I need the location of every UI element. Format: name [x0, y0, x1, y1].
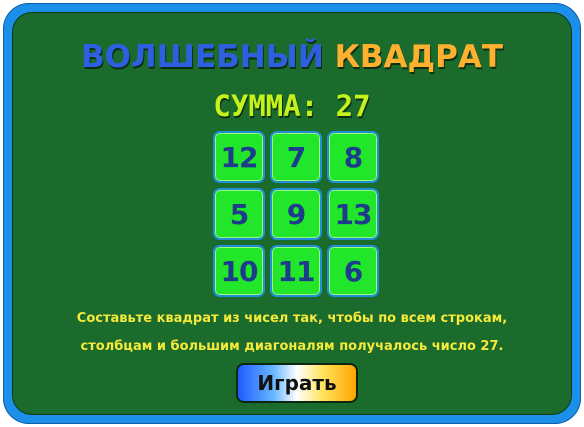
title-word-1: ВОЛШЕБНЫЙ: [80, 39, 324, 75]
grid-cell-r1c2[interactable]: 7: [270, 131, 322, 183]
grid-cell-r2c1[interactable]: 5: [213, 188, 265, 240]
grid-cell-r2c3[interactable]: 13: [327, 188, 379, 240]
instructions-line-2: столбцам и большим диагоналям получалось…: [80, 339, 504, 354]
game-board: ВОЛШЕБНЫЙ КВАДРАТ СУММА: 27 12 7 8 5 9 1…: [12, 12, 572, 415]
magic-square-grid: 12 7 8 5 9 13 10 11 6: [213, 131, 383, 301]
grid-cell-r3c3[interactable]: 6: [327, 245, 379, 297]
grid-cell-r3c2[interactable]: 11: [270, 245, 322, 297]
grid-cell-r1c3[interactable]: 8: [327, 131, 379, 183]
play-button[interactable]: Играть: [236, 363, 358, 403]
game-title: ВОЛШЕБНЫЙ КВАДРАТ: [13, 39, 571, 75]
target-sum: СУММА: 27: [213, 89, 371, 123]
grid-cell-r3c1[interactable]: 10: [213, 245, 265, 297]
game-frame: ВОЛШЕБНЫЙ КВАДРАТ СУММА: 27 12 7 8 5 9 1…: [3, 3, 581, 424]
instructions: Составьте квадрат из чисел так, чтобы по…: [13, 305, 571, 361]
grid-cell-r2c2[interactable]: 9: [270, 188, 322, 240]
grid-cell-r1c1[interactable]: 12: [213, 131, 265, 183]
title-word-2: КВАДРАТ: [334, 39, 504, 75]
instructions-line-1: Составьте квадрат из чисел так, чтобы по…: [76, 311, 508, 326]
